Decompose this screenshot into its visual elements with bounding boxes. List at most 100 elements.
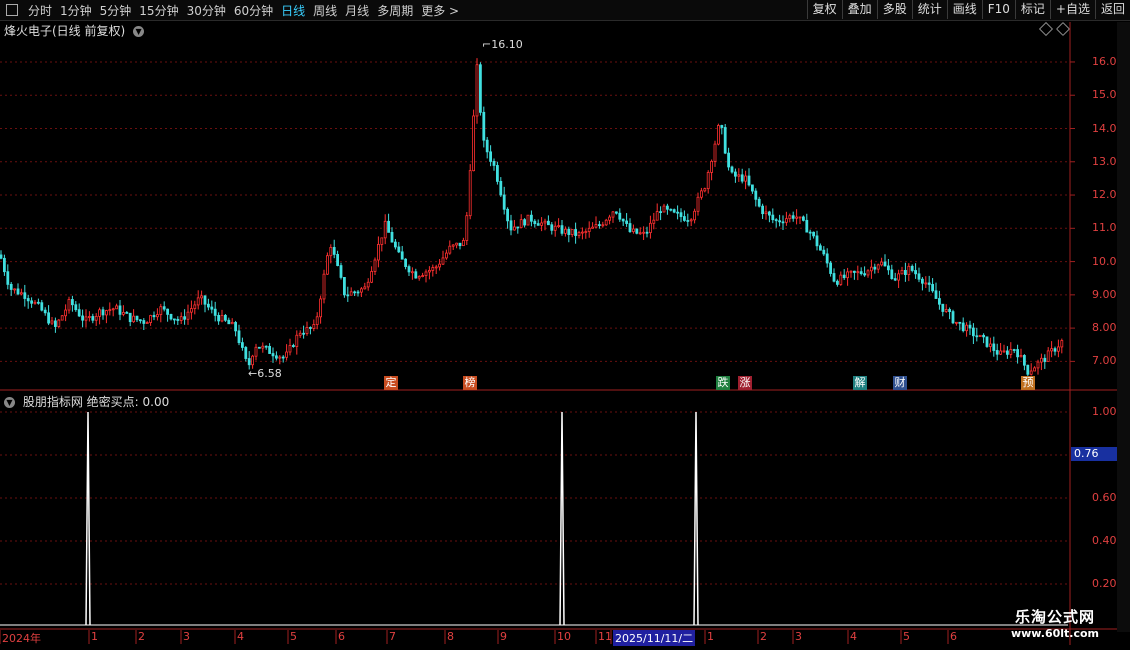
candle-body	[254, 346, 258, 357]
candle-body	[210, 306, 214, 310]
candle-body	[0, 254, 3, 259]
candle-body	[183, 316, 187, 320]
candle-body	[1040, 357, 1043, 363]
candle-body	[1053, 348, 1057, 352]
candle-body	[397, 246, 401, 253]
candle-body	[713, 143, 717, 162]
indicator-y-tick-label: 0.60	[1092, 491, 1117, 504]
candle-body	[169, 313, 173, 320]
chevron-down-icon[interactable]: ▼	[4, 397, 15, 408]
candle-body	[754, 190, 758, 200]
candle-body	[115, 305, 118, 310]
candle-body	[6, 271, 10, 285]
candle-body	[938, 298, 941, 305]
candle-body	[23, 292, 27, 299]
candle-body	[74, 304, 78, 311]
event-marker[interactable]: 定	[384, 376, 398, 390]
candle-body	[581, 231, 584, 234]
indicator-spike	[85, 411, 91, 626]
candle-body	[149, 315, 153, 323]
candle-body	[615, 211, 618, 214]
time-label: 1	[707, 630, 714, 643]
candle-body	[213, 308, 217, 316]
candle-body	[64, 309, 67, 317]
candle-body	[285, 351, 289, 358]
candle-body	[1043, 357, 1047, 362]
candle-body	[924, 282, 928, 285]
event-marker[interactable]: 财	[893, 376, 907, 390]
time-label: 5	[903, 630, 910, 643]
candle-body	[414, 271, 418, 279]
watermark-url: www.60lt.com	[1010, 627, 1100, 640]
candle-body	[948, 309, 951, 313]
candle-body	[917, 273, 921, 280]
event-marker[interactable]: 跌	[716, 376, 730, 390]
candle-body	[832, 273, 836, 282]
candle-body	[77, 309, 81, 317]
candle-body	[638, 232, 642, 235]
candle-body	[291, 345, 295, 347]
candle-body	[390, 231, 394, 243]
candle-body	[122, 312, 125, 315]
candle-body	[312, 324, 316, 329]
candle-body	[57, 319, 61, 327]
candle-body	[853, 270, 856, 273]
indicator-title[interactable]: ▼ 股朋指标网 绝密买点: 0.00	[4, 393, 169, 410]
watermark: 乐淘公式网 www.60lt.com	[990, 606, 1120, 640]
candle-body	[904, 270, 907, 275]
candle-body	[308, 327, 312, 329]
candle-body	[101, 309, 105, 316]
candle-body	[859, 271, 863, 275]
candle-body	[900, 270, 904, 275]
time-label: 11	[598, 630, 612, 643]
candle-body	[495, 165, 499, 182]
candle-body	[482, 111, 486, 141]
candle-body	[9, 283, 13, 290]
candle-body	[836, 280, 839, 285]
candle-body	[689, 219, 693, 222]
candle-body	[972, 327, 975, 337]
time-label: 2025/11/11/二	[613, 630, 696, 646]
high-price-value: 16.10	[491, 38, 523, 51]
candle-body	[842, 274, 846, 279]
candle-body	[461, 240, 465, 247]
candle-body	[438, 263, 442, 268]
candle-body	[846, 271, 849, 279]
candle-body	[989, 343, 992, 347]
candle-body	[203, 295, 207, 305]
right-scroll-panel[interactable]	[1117, 22, 1130, 632]
candle-body	[240, 342, 244, 348]
candle-body	[635, 228, 639, 234]
stock-chart[interactable]	[0, 0, 1130, 650]
candle-body	[393, 241, 397, 248]
candle-body	[999, 350, 1002, 355]
candle-body	[448, 245, 452, 254]
event-marker[interactable]: 预	[1021, 376, 1035, 390]
time-label: 6	[338, 630, 345, 643]
candle-body	[71, 299, 74, 306]
event-marker[interactable]: 榜	[463, 376, 477, 390]
candle-body	[897, 273, 900, 281]
candle-body	[247, 358, 251, 366]
event-marker[interactable]: 涨	[738, 376, 752, 390]
candle-body	[13, 288, 17, 291]
event-marker[interactable]: 解	[853, 376, 867, 390]
candle-body	[649, 222, 652, 234]
candle-body	[710, 160, 713, 173]
candle-body	[193, 304, 197, 309]
candle-body	[1019, 355, 1023, 358]
candle-body	[196, 297, 200, 306]
candle-body	[451, 244, 455, 247]
candle-body	[206, 303, 210, 308]
candle-body	[26, 298, 30, 302]
candle-body	[98, 309, 101, 317]
candle-body	[907, 265, 911, 275]
indicator-spike	[559, 411, 565, 626]
candle-body	[679, 212, 683, 217]
candle-body	[135, 315, 139, 321]
time-label: 3	[795, 630, 802, 643]
candle-body	[533, 220, 537, 225]
candle-body	[509, 220, 513, 231]
candle-body	[819, 245, 822, 251]
candle-body	[553, 225, 557, 231]
